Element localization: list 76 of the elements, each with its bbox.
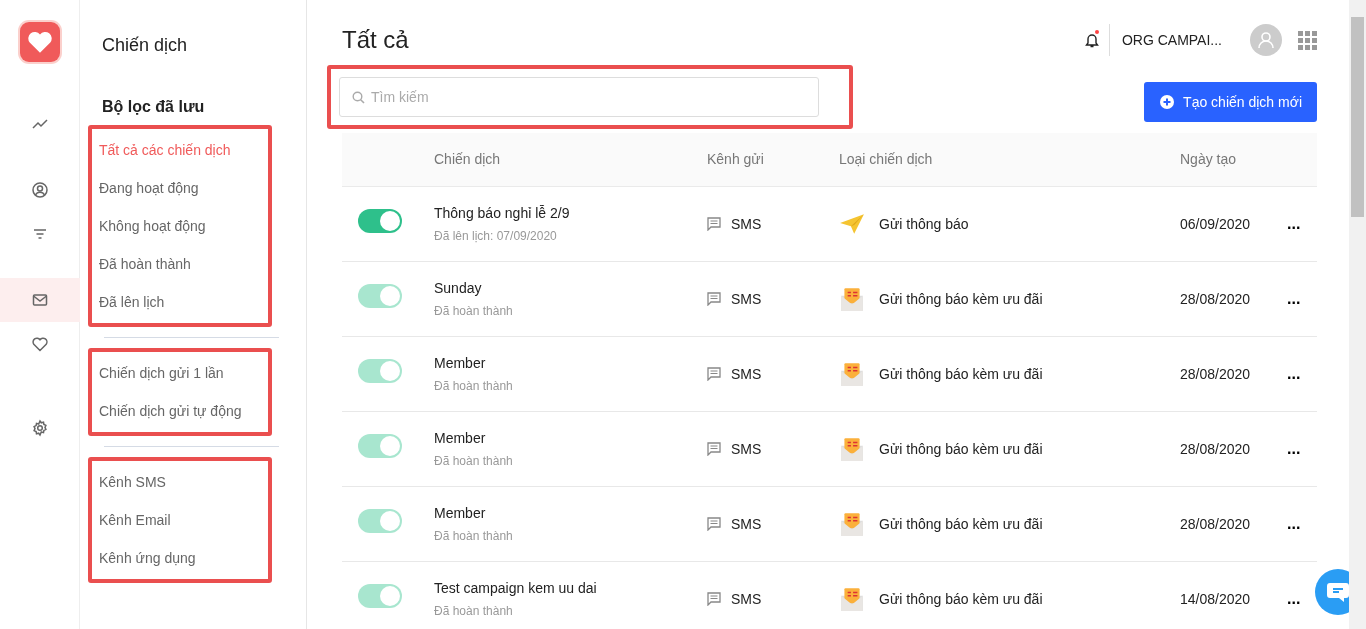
channel-label: SMS — [731, 289, 762, 309]
created-date: 28/08/2020 — [1180, 364, 1252, 384]
filter-item[interactable]: Đang hoạt động — [99, 169, 199, 207]
organization-name[interactable]: ORG CAMPAI... — [1121, 29, 1222, 51]
channel-label: SMS — [731, 514, 762, 534]
message-icon — [707, 367, 721, 381]
filter-item[interactable]: Chiến dịch gửi tự động — [99, 392, 242, 430]
created-date: 14/08/2020 — [1180, 589, 1252, 609]
nav-button[interactable] — [0, 278, 80, 322]
user-icon — [30, 181, 49, 199]
channel-label: SMS — [731, 589, 762, 609]
campaign-type: Gửi thông báo — [879, 214, 969, 234]
envelope-icon — [839, 511, 865, 537]
mail-icon — [30, 291, 49, 309]
column-header: Chiến dịch — [434, 150, 502, 169]
campaign-name: Member — [434, 429, 487, 448]
message-icon — [707, 217, 721, 231]
campaign-status: Đã hoàn thành — [434, 453, 514, 470]
channel-label: SMS — [731, 439, 762, 459]
created-date: 28/08/2020 — [1180, 439, 1252, 459]
campaign-name: Sunday — [434, 279, 483, 298]
campaign-name: Member — [434, 354, 487, 373]
create-campaign-button[interactable]: Tạo chiến dịch mới — [1144, 82, 1317, 122]
campaign-type: Gửi thông báo kèm ưu đãi — [879, 289, 1043, 309]
channel-label: SMS — [731, 364, 762, 384]
panel-title: Chiến dịch — [101, 34, 189, 57]
campaign-status: Đã hoàn thành — [434, 528, 514, 545]
envelope-icon — [839, 361, 865, 387]
logo-icon — [19, 22, 60, 62]
toggle-switch[interactable] — [358, 209, 402, 233]
campaign-type: Gửi thông báo kèm ưu đãi — [879, 439, 1043, 459]
filter-item[interactable]: Tất cả các chiến dịch — [99, 131, 231, 169]
page-title: Tất cả — [342, 25, 409, 55]
chat-button[interactable] — [1315, 569, 1349, 615]
campaign-name: Thông báo nghỉ lễ 2/9 — [434, 204, 571, 223]
column-header: Ngày tạo — [1180, 150, 1238, 169]
apps-grid-icon[interactable] — [1298, 30, 1317, 50]
filter-item[interactable]: Kênh ứng dụng — [99, 539, 196, 577]
column-header: Loại chiến dịch — [839, 150, 934, 169]
campaign-type: Gửi thông báo kèm ưu đãi — [879, 364, 1043, 384]
filter-item[interactable]: Đã lên lịch — [99, 283, 165, 321]
avatar-icon[interactable] — [1250, 24, 1282, 56]
campaign-status: Đã hoàn thành — [434, 603, 514, 620]
envelope-icon — [839, 286, 865, 312]
column-header: Kênh gửi — [707, 150, 765, 169]
campaign-type: Gửi thông báo kèm ưu đãi — [879, 514, 1043, 534]
plus-icon — [1159, 94, 1176, 110]
filter-item[interactable]: Kênh Email — [99, 501, 171, 539]
search-field[interactable]: Tìm kiếm — [339, 77, 819, 117]
bell-icon — [1084, 32, 1099, 49]
message-icon — [707, 442, 721, 456]
filter-item[interactable]: Đã hoàn thành — [99, 245, 191, 283]
settings-icon — [30, 419, 49, 437]
created-date: 28/08/2020 — [1180, 514, 1252, 534]
campaign-status: Đã hoàn thành — [434, 378, 514, 395]
section-title: Bộ lọc đã lưu — [101, 97, 206, 117]
campaign-name: Test campaign kem uu dai — [434, 579, 598, 598]
scrollbar[interactable] — [1349, 0, 1366, 629]
envelope-icon — [839, 586, 865, 612]
message-icon — [707, 592, 721, 606]
campaign-status: Đã lên lịch: 07/09/2020 — [434, 228, 558, 245]
filter-item[interactable]: Kênh SMS — [99, 463, 166, 501]
campaign-status: Đã hoàn thành — [434, 303, 514, 320]
campaign-type: Gửi thông báo kèm ưu đãi — [879, 589, 1043, 609]
filter-item[interactable]: Không hoạt động — [99, 207, 206, 245]
message-icon — [707, 292, 721, 306]
chat-icon — [1326, 581, 1349, 603]
heart-icon — [30, 335, 49, 353]
more-button[interactable]: ... — [1285, 215, 1303, 232]
created-date: 28/08/2020 — [1180, 289, 1252, 309]
envelope-icon — [839, 436, 865, 462]
channel-label: SMS — [731, 214, 762, 234]
campaign-name: Member — [434, 504, 487, 523]
filter-item[interactable]: Chiến dịch gửi 1 lần — [99, 354, 224, 392]
message-icon — [707, 517, 721, 531]
created-date: 06/09/2020 — [1180, 214, 1252, 234]
